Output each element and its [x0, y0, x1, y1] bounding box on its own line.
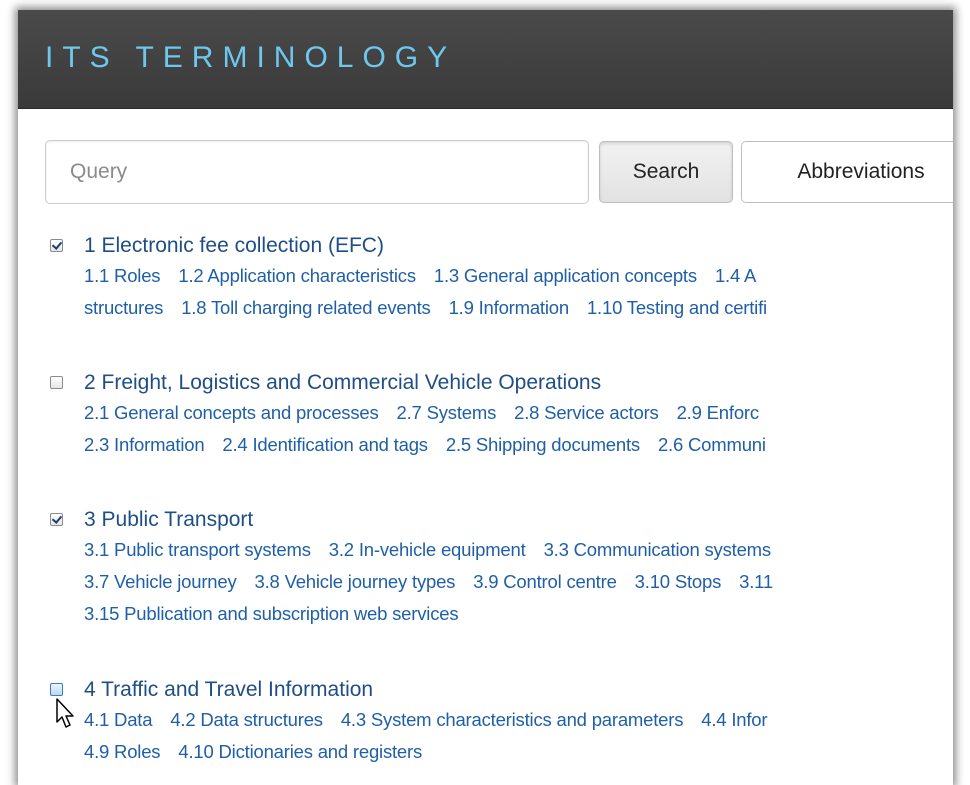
subcategory-link[interactable]: 2.6 Communi	[658, 429, 766, 461]
subcategory-link[interactable]: 2.3 Information	[84, 429, 205, 461]
subcategory-line: 2.3 Information 2.4 Identification and ta…	[84, 429, 784, 461]
subcategory-link[interactable]: 3.10 Stops	[635, 566, 722, 598]
app-window: ITS TERMINOLOGY Search Abbreviations 1 E…	[18, 10, 953, 785]
subcategory-link[interactable]: 4.3 System characteristics and parameter…	[341, 704, 684, 736]
search-input[interactable]	[45, 140, 589, 204]
subcategory-link[interactable]: 2.4 Identification and tags	[222, 429, 428, 461]
subcategory-line: 3.7 Vehicle journey 3.8 Vehicle journey t…	[84, 566, 791, 598]
category-2-checkbox[interactable]	[50, 376, 63, 389]
subcategory-link[interactable]: 3.15 Publication and subscription web se…	[84, 598, 459, 630]
subcategory-link[interactable]: 2.5 Shipping documents	[446, 429, 640, 461]
subcategory-link[interactable]: 1.9 Information	[449, 292, 570, 324]
category-3-title[interactable]: 3 Public Transport	[84, 508, 253, 532]
category-1-title[interactable]: 1 Electronic fee collection (EFC)	[84, 234, 384, 258]
subcategory-link[interactable]: 2.7 Systems	[397, 397, 497, 429]
category-4-title[interactable]: 4 Traffic and Travel Information	[84, 678, 373, 702]
subcategory-link[interactable]: 4.2 Data structures	[170, 704, 323, 736]
category-3: 3 Public Transport 3.1 Public transport …	[50, 508, 791, 630]
category-3-checkbox[interactable]	[50, 513, 63, 526]
subcategory-line: 4.1 Data 4.2 Data structures 4.3 System ch…	[84, 704, 785, 736]
subcategory-link[interactable]: 3.11	[739, 566, 773, 598]
subcategory-link[interactable]: 1.10 Testing and certifi	[587, 292, 767, 324]
category-1-checkbox[interactable]	[50, 239, 63, 252]
subcategory-line: 2.1 General concepts and processes 2.7 Sy…	[84, 397, 784, 429]
abbreviations-button[interactable]: Abbreviations	[741, 141, 953, 203]
page-title: ITS TERMINOLOGY	[45, 41, 457, 74]
subcategory-link[interactable]: 4.9 Roles	[84, 736, 161, 768]
subcategory-link[interactable]: 3.2 In-vehicle equipment	[329, 534, 526, 566]
subcategory-link[interactable]: 1.3 General application concepts	[434, 260, 697, 292]
subcategory-link[interactable]: 1.1 Roles	[84, 260, 161, 292]
subcategory-link[interactable]: 2.8 Service actors	[514, 397, 659, 429]
subcategory-link[interactable]: 4.4 Infor	[701, 704, 767, 736]
category-4: 4 Traffic and Travel Information 4.1 Dat…	[50, 678, 785, 768]
subcategory-link[interactable]: 1.4 A	[715, 260, 756, 292]
subcategory-link[interactable]: structures	[84, 292, 163, 324]
subcategory-line: 3.15 Publication and subscription web se…	[84, 598, 791, 630]
subcategory-line: 1.1 Roles 1.2 Application characteristics…	[84, 260, 785, 292]
subcategory-link[interactable]: 2.1 General concepts and processes	[84, 397, 379, 429]
subcategory-link[interactable]: 3.1 Public transport systems	[84, 534, 311, 566]
subcategory-line: 4.9 Roles 4.10 Dictionaries and registers	[84, 736, 785, 768]
subcategory-link[interactable]: 4.10 Dictionaries and registers	[178, 736, 422, 768]
subcategory-link[interactable]: 2.9 Enforc	[677, 397, 760, 429]
subcategory-link[interactable]: 3.9 Control centre	[473, 566, 617, 598]
subcategory-link[interactable]: 3.8 Vehicle journey types	[255, 566, 456, 598]
subcategory-link[interactable]: 3.7 Vehicle journey	[84, 566, 237, 598]
category-2: 2 Freight, Logistics and Commercial Vehi…	[50, 371, 784, 461]
subcategory-link[interactable]: 3.3 Communication systems	[544, 534, 772, 566]
header-bar: ITS TERMINOLOGY	[18, 10, 953, 109]
category-1: 1 Electronic fee collection (EFC) 1.1 Ro…	[50, 234, 785, 324]
category-4-checkbox[interactable]	[50, 683, 63, 696]
search-button[interactable]: Search	[599, 141, 733, 203]
subcategory-line: structures 1.8 Toll charging related even…	[84, 292, 785, 324]
category-2-title[interactable]: 2 Freight, Logistics and Commercial Vehi…	[84, 371, 601, 395]
subcategory-link[interactable]: 4.1 Data	[84, 704, 153, 736]
subcategory-link[interactable]: 1.8 Toll charging related events	[181, 292, 431, 324]
subcategory-line: 3.1 Public transport systems 3.2 In-vehic…	[84, 534, 791, 566]
mouse-cursor-icon	[56, 698, 74, 728]
subcategory-link[interactable]: 1.2 Application characteristics	[178, 260, 416, 292]
